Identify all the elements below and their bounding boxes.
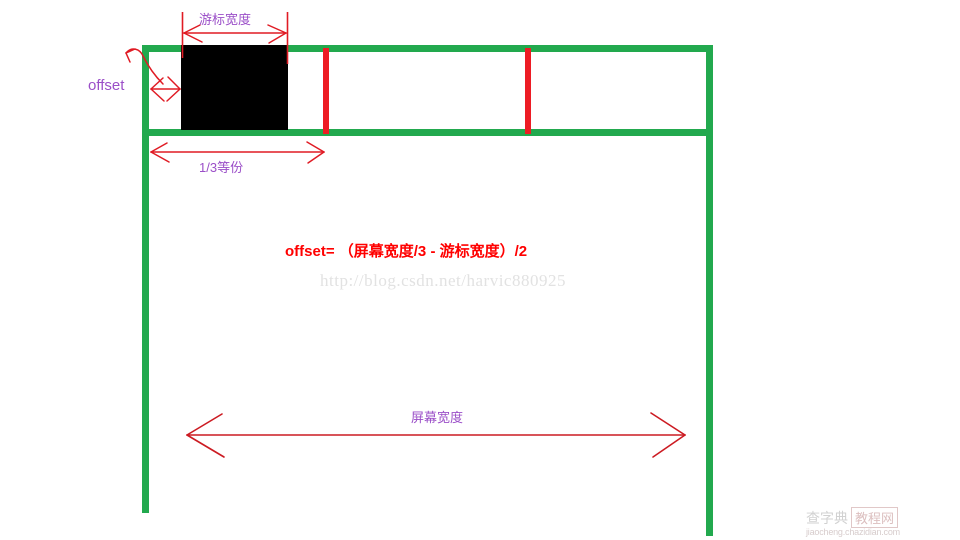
- offset-measure-arrow: [150, 76, 181, 102]
- blog-url-watermark: http://blog.csdn.net/harvic880925: [320, 271, 566, 290]
- cursor-block: [181, 45, 288, 130]
- site-watermark-url: jiaocheng.chazidian.com: [806, 527, 900, 537]
- screen-right-wall: [706, 45, 713, 536]
- screen-left-wall: [142, 45, 149, 513]
- site-watermark: 查字典 教程网 jiaocheng.chazidian.com: [806, 507, 926, 537]
- label-one-third: 1/3等份: [199, 160, 244, 175]
- third-divider-2: [525, 48, 531, 134]
- label-screen-width: 屏幕宽度: [411, 410, 464, 425]
- diagram-artwork: [125, 12, 713, 536]
- cursor-width-arrow: [183, 24, 287, 44]
- site-watermark-name-row: 查字典 教程网: [806, 507, 926, 528]
- site-watermark-name-left: 查字典: [806, 510, 848, 527]
- label-offset-formula: offset= （屏幕宽度/3 - 游标宽度）/2: [285, 243, 528, 260]
- label-cursor-width: 游标宽度: [199, 12, 252, 27]
- site-watermark-name-right: 教程网: [851, 507, 899, 528]
- label-offset: offset: [88, 77, 125, 94]
- screen-strip-bottom-bar: [142, 129, 712, 136]
- third-divider-1: [323, 48, 329, 134]
- diagram-canvas: 游标宽度 offset 1/3等份 屏幕宽度 offset= （屏幕宽度/3 -…: [0, 0, 960, 540]
